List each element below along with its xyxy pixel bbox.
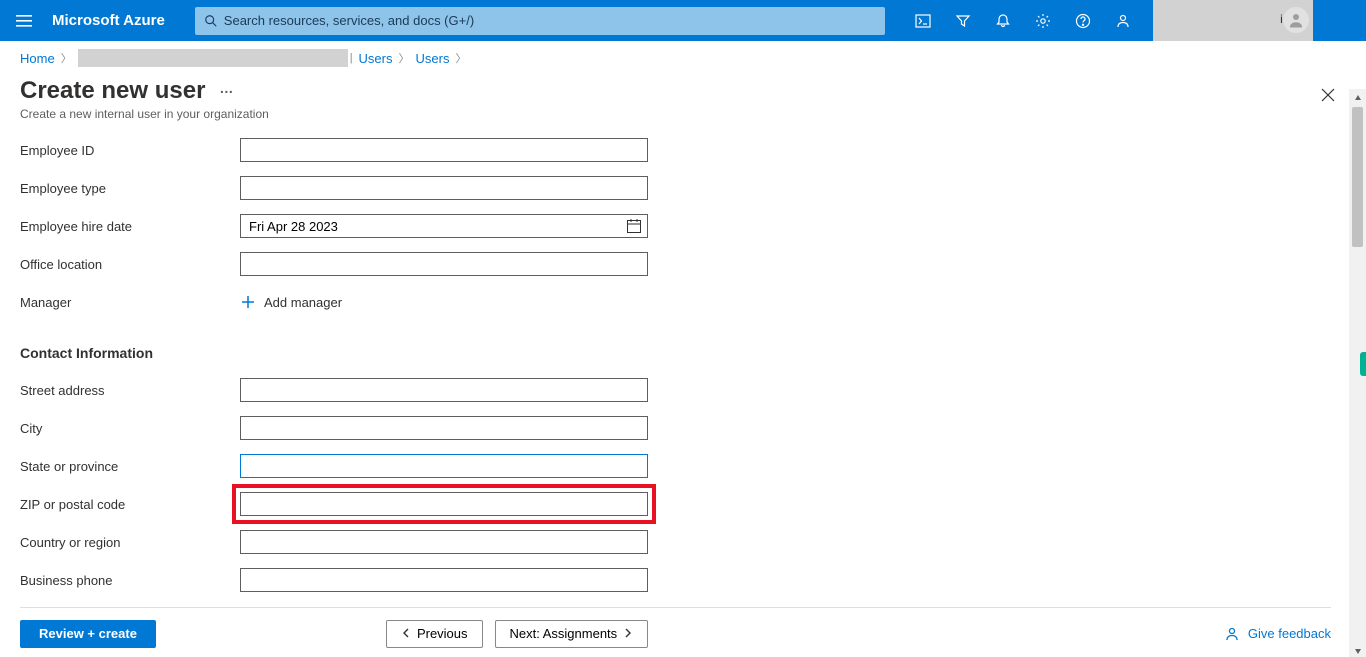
search-box[interactable] [195,7,885,35]
office-location-label: Office location [20,257,240,272]
account-block[interactable]: i [1153,0,1313,41]
side-nub[interactable] [1360,352,1366,376]
add-manager-label: Add manager [264,295,342,310]
scroll-down-icon[interactable] [1349,642,1366,657]
hire-date-label: Employee hire date [20,219,240,234]
give-feedback-label: Give feedback [1248,626,1331,641]
help-icon[interactable] [1063,0,1103,41]
employee-id-field[interactable] [240,138,648,162]
notifications-icon[interactable] [983,0,1023,41]
employee-type-field[interactable] [240,176,648,200]
zip-field[interactable] [240,492,648,516]
breadcrumb-home[interactable]: Home [20,51,55,66]
top-icon-bar [903,0,1143,41]
street-field[interactable] [240,378,648,402]
page-title: Create new user [20,77,205,105]
previous-label: Previous [417,626,468,641]
add-manager-button[interactable]: Add manager [240,283,342,321]
state-field[interactable] [240,454,648,478]
breadcrumb-bar: | [350,52,353,64]
chevron-right-icon: 〉 [61,50,72,66]
search-icon [204,14,218,28]
chevron-right-icon [623,626,633,641]
zip-label: ZIP or postal code [20,497,240,512]
gear-icon[interactable] [1023,0,1063,41]
feedback-icon[interactable] [1103,0,1143,41]
city-label: City [20,421,240,436]
breadcrumb-redacted[interactable] [78,49,348,67]
avatar[interactable] [1283,7,1309,33]
city-field[interactable] [240,416,648,440]
previous-button[interactable]: Previous [386,620,483,648]
menu-icon[interactable] [0,0,48,41]
filter-icon[interactable] [943,0,983,41]
street-label: Street address [20,383,240,398]
next-label: Next: Assignments [510,626,618,641]
breadcrumb: Home 〉 | Users 〉 Users 〉 [0,41,1366,75]
cloud-shell-icon[interactable] [903,0,943,41]
scroll-thumb[interactable] [1352,107,1363,247]
manager-label: Manager [20,295,240,310]
close-icon[interactable] [1318,85,1338,105]
top-bar: Microsoft Azure i [0,0,1366,41]
more-icon[interactable]: … [219,80,234,102]
review-create-label: Review + create [39,626,137,641]
business-phone-label: Business phone [20,573,240,588]
employee-id-label: Employee ID [20,143,240,158]
contact-section-heading: Contact Information [20,345,1346,361]
review-create-button[interactable]: Review + create [20,620,156,648]
feedback-person-icon [1224,626,1240,642]
wizard-footer: Review + create Previous Next: Assignmen… [20,607,1331,657]
state-label: State or province [20,459,240,474]
page-subtitle: Create a new internal user in your organ… [20,107,1346,121]
create-user-form: Employee ID Employee type Employee hire … [20,131,1346,599]
breadcrumb-users-2[interactable]: Users [416,51,450,66]
country-field[interactable] [240,530,648,554]
country-label: Country or region [20,535,240,550]
brand-label[interactable]: Microsoft Azure [48,12,185,29]
page-body: Create new user … Create a new internal … [0,77,1366,657]
employee-type-label: Employee type [20,181,240,196]
plus-icon [240,294,256,310]
chevron-right-icon: 〉 [399,50,410,66]
business-phone-field[interactable] [240,568,648,592]
search-input[interactable] [224,13,876,28]
give-feedback-link[interactable]: Give feedback [1224,626,1331,642]
next-button[interactable]: Next: Assignments [495,620,649,648]
hire-date-field[interactable] [240,214,648,238]
chevron-left-icon [401,626,411,641]
chevron-right-icon: 〉 [455,50,466,66]
office-location-field[interactable] [240,252,648,276]
breadcrumb-users-1[interactable]: Users [359,51,393,66]
scroll-up-icon[interactable] [1349,89,1366,106]
global-search [195,7,885,35]
zip-highlight [240,492,648,516]
calendar-icon[interactable] [626,218,642,234]
